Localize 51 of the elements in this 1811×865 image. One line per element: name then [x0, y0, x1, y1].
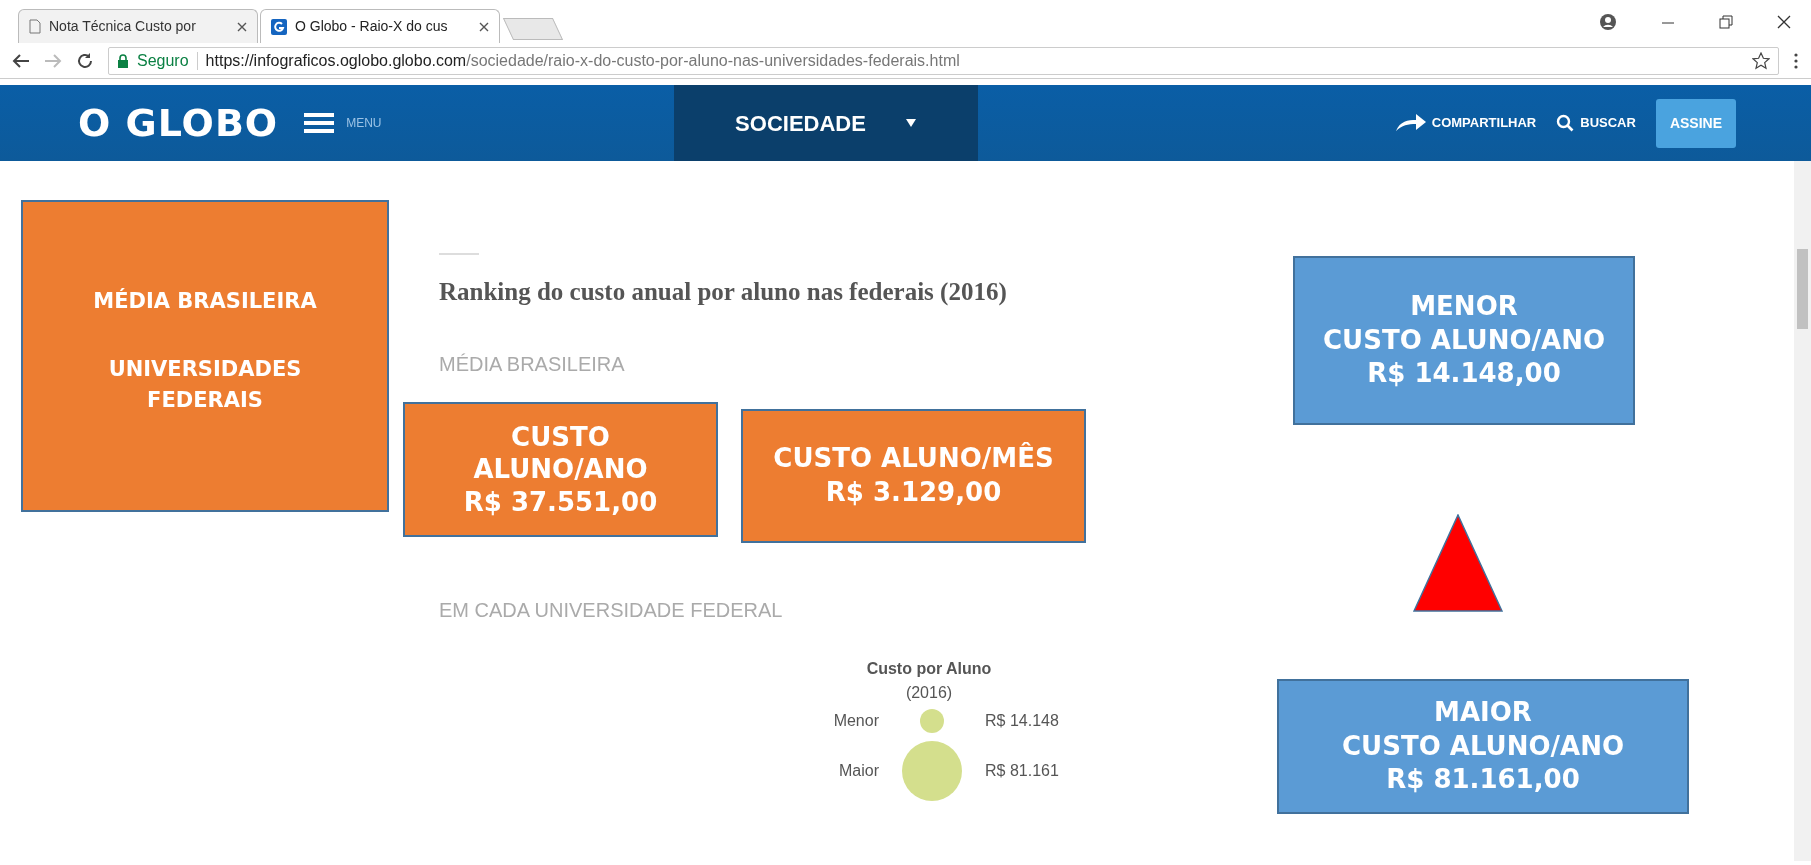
scrollbar[interactable]: [1794, 161, 1811, 861]
menu-button[interactable]: MENU: [304, 85, 382, 161]
back-icon[interactable]: [12, 52, 30, 69]
more-icon[interactable]: [1793, 51, 1799, 70]
annotation-text: R$ 37.551,00: [463, 485, 658, 519]
legend-label: Maior: [838, 761, 879, 781]
annotation-text: CUSTO ALUNO/ANO: [1323, 323, 1605, 357]
site-logo[interactable]: O GLOBO: [78, 94, 279, 152]
close-icon[interactable]: [237, 21, 247, 32]
security-label: Seguro: [137, 50, 189, 71]
legend-subtitle: (2016): [904, 683, 954, 703]
annotation-text: MÉDIA BRASILEIRA: [93, 287, 317, 315]
annotation-text: UNIVERSIDADES FEDERAIS: [107, 355, 303, 414]
annotation-text: R$ 3.129,00: [825, 476, 1002, 509]
account-icon[interactable]: [1599, 12, 1617, 31]
section-heading: MÉDIA BRASILEIRA: [439, 352, 625, 377]
legend-value: R$ 14.148: [985, 711, 1060, 731]
bubble-icon: [920, 709, 944, 733]
annotation-text: MENOR: [1410, 289, 1518, 323]
bubble-icon: [902, 741, 962, 801]
legend-label: Menor: [832, 711, 879, 731]
share-arrow-icon: [1395, 113, 1426, 133]
article-title: Ranking do custo anual por aluno nas federais (2016): [439, 277, 1007, 307]
address-bar[interactable]: Seguro https://infograficos.oglobo.globo.com/sociedade/raio-x-do-custo-por-aluno-nas-universidades-federais.html: [108, 46, 1779, 75]
browser-tab[interactable]: Nota Técnica Custo por: [18, 9, 258, 43]
annotation-text: CUSTO ALUNO/ANO: [1342, 729, 1624, 763]
search-icon: [1556, 114, 1575, 132]
close-icon[interactable]: [479, 21, 489, 32]
share-button[interactable]: COMPARTILHAR: [1395, 113, 1537, 133]
site-icon: [271, 18, 287, 35]
caret-icon: [905, 119, 916, 127]
menu-icon: [304, 112, 335, 134]
annotation-text: CUSTO ALUNO/ANO: [472, 420, 649, 486]
section-dropdown[interactable]: SOCIEDADE: [673, 85, 978, 161]
close-icon[interactable]: [1777, 14, 1791, 29]
annotation-text: MAIOR: [1434, 695, 1532, 729]
reload-icon[interactable]: [76, 51, 94, 70]
star-icon[interactable]: [1752, 51, 1770, 70]
legend-title: Custo por Aluno: [865, 659, 993, 679]
legend-value: R$ 81.161: [985, 761, 1060, 781]
up-triangle-icon: [1413, 514, 1503, 612]
browser-tab[interactable]: O Globo - Raio-X do cus: [260, 9, 500, 43]
document-icon: [29, 19, 41, 34]
annotation-text: R$ 14.148,00: [1367, 357, 1561, 391]
annotation-text: CUSTO ALUNO/MÊS: [773, 442, 1054, 476]
url-text: https://infograficos.oglobo.globo.com/sociedade/raio-x-do-custo-por-aluno-nas-universidades-federais.html: [205, 50, 960, 71]
search-button[interactable]: BUSCAR: [1556, 113, 1636, 133]
lock-icon: [117, 53, 129, 68]
section-heading: EM CADA UNIVERSIDADE FEDERAL: [439, 598, 783, 623]
annotation-text: R$ 81.161,00: [1386, 763, 1580, 797]
restore-icon[interactable]: [1719, 14, 1733, 29]
